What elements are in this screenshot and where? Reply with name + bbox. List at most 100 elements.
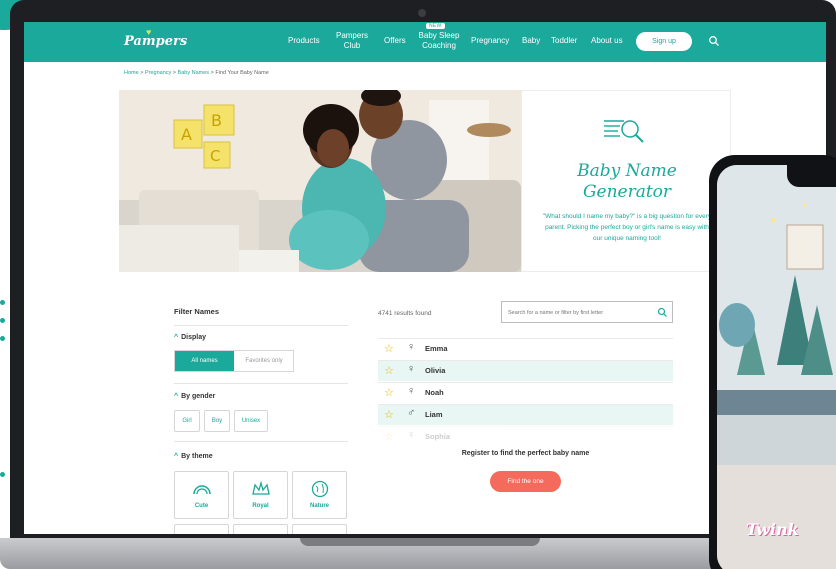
chevron-up-icon: ^ (174, 393, 179, 400)
theme-label: By theme (181, 453, 213, 460)
hero-title-line2: Generator (582, 182, 672, 202)
all-names-option[interactable]: All names (175, 351, 234, 371)
breadcrumb-home[interactable]: Home (124, 70, 139, 76)
display-toggle: All names Favorites only (174, 350, 294, 372)
favorite-star-icon[interactable]: ☆ (384, 364, 394, 377)
phone-caption: Twink (746, 520, 799, 539)
gender-symbol-icon: ♀ (407, 341, 416, 353)
theme-nature-label: Nature (309, 503, 329, 509)
hero-title-line1: Baby Name (577, 161, 677, 181)
couple-illustration: A B C (119, 90, 521, 272)
breadcrumb-separator: > (210, 70, 214, 76)
svg-text:C: C (210, 147, 220, 165)
gender-girl-chip[interactable]: Girl (174, 410, 200, 432)
background-dot (0, 300, 5, 305)
svg-text:A: A (181, 125, 192, 144)
laptop-camera (418, 9, 426, 17)
breadcrumb: Home > Pregnancy > Baby Names > Find You… (124, 70, 269, 76)
name-search-field[interactable] (501, 301, 673, 323)
name-row[interactable]: ☆ ♂ Liam (378, 404, 673, 425)
divider (174, 441, 348, 442)
theme-card-partial[interactable] (233, 524, 288, 534)
breadcrumb-separator: > (140, 70, 144, 76)
name-search-input[interactable] (508, 306, 652, 319)
search-icon[interactable] (708, 35, 720, 47)
new-badge: NEW (426, 23, 445, 29)
divider (174, 325, 348, 326)
nav-about-us[interactable]: About us (591, 36, 623, 45)
gender-symbol-icon: ♂ (407, 407, 416, 419)
name-label: Emma (425, 344, 448, 353)
phone-screen (717, 165, 836, 569)
globe-icon (311, 480, 329, 498)
breadcrumb-separator: > (172, 70, 176, 76)
nav-baby-sleep-coaching[interactable]: Baby Sleep Coaching (417, 31, 461, 51)
gender-symbol-icon: ♀ (407, 429, 416, 441)
gender-symbol-icon: ♀ (407, 385, 416, 397)
theme-card-partial[interactable] (292, 524, 347, 534)
favorite-star-icon[interactable]: ☆ (384, 342, 394, 355)
name-label: Liam (425, 410, 443, 419)
signup-button[interactable]: Sign up (636, 32, 692, 51)
name-row[interactable]: ☆ ♀ Noah (378, 382, 673, 403)
display-section-toggle[interactable]: ^ Display (174, 334, 206, 341)
results-count: 4741 results found (378, 310, 432, 317)
gender-section-toggle[interactable]: ^ By gender (174, 393, 215, 400)
search-icon[interactable] (657, 307, 668, 318)
favorite-star-icon[interactable]: ☆ (384, 430, 394, 443)
crown-icon (252, 480, 270, 495)
hero-couple-photo: A B C (119, 90, 521, 272)
theme-royal[interactable]: Royal (233, 471, 288, 519)
phone-notch (787, 165, 836, 187)
baby-name-generator-card: Baby Name Generator "What should I name … (521, 90, 731, 272)
theme-cute-label: Cute (194, 503, 209, 509)
theme-cute[interactable]: Cute (174, 471, 229, 519)
breadcrumb-pregnancy[interactable]: Pregnancy (145, 70, 171, 76)
favorite-star-icon[interactable]: ☆ (384, 408, 394, 421)
gender-symbol-icon: ♀ (407, 363, 416, 375)
nav-pampers-club[interactable]: Pampers Club (334, 31, 370, 51)
register-prompt: Register to find the perfect baby name (461, 450, 590, 457)
rainbow-icon (193, 485, 211, 495)
laptop-hinge (300, 538, 540, 546)
hero-description: "What should I name my baby?" is a big q… (542, 213, 712, 242)
nav-baby[interactable]: Baby (522, 36, 540, 45)
chevron-up-icon: ^ (174, 334, 179, 341)
filter-names-title: Filter Names (174, 307, 220, 316)
display-label: Display (181, 334, 206, 341)
nav-offers[interactable]: Offers (384, 36, 406, 45)
nav-toddler[interactable]: Toddler (551, 36, 577, 45)
find-the-one-button[interactable]: Find the one (490, 471, 561, 492)
favorites-only-option[interactable]: Favorites only (234, 351, 294, 371)
name-row[interactable]: ☆ ♀ Emma (378, 338, 673, 359)
breadcrumb-current: Find Your Baby Name (215, 70, 269, 76)
laptop-screen: Pampers ♥ Products Pampers Club Offers N… (24, 22, 826, 534)
gender-unisex-chip[interactable]: Unisex (234, 410, 268, 432)
chevron-up-icon: ^ (174, 453, 179, 460)
background-dot (0, 318, 5, 323)
nav-pregnancy[interactable]: Pregnancy (471, 36, 509, 45)
gender-label: By gender (181, 393, 216, 400)
favorite-star-icon[interactable]: ☆ (384, 386, 394, 399)
name-row[interactable]: ☆ ♀ Olivia (378, 360, 673, 381)
name-row[interactable]: ☆ ♀ Sophia (378, 426, 673, 447)
background-dot (0, 472, 5, 477)
divider (174, 383, 348, 384)
name-label: Sophia (425, 432, 451, 441)
pampers-logo[interactable]: Pampers (124, 34, 187, 49)
name-search-icon (604, 120, 644, 143)
theme-nature[interactable]: Nature (292, 471, 347, 519)
theme-section-toggle[interactable]: ^ By theme (174, 453, 213, 460)
svg-text:B: B (211, 111, 222, 130)
logo-heart-icon: ♥ (146, 27, 152, 37)
nav-products[interactable]: Products (288, 36, 320, 45)
gender-boy-chip[interactable]: Boy (204, 410, 230, 432)
top-navigation: Pampers ♥ Products Pampers Club Offers N… (24, 22, 826, 62)
background-dot (0, 336, 5, 341)
breadcrumb-baby-names[interactable]: Baby Names (178, 70, 210, 76)
name-label: Noah (425, 388, 444, 397)
theme-card-partial[interactable] (174, 524, 229, 534)
hero-title: Baby Name Generator (522, 161, 732, 203)
name-label: Olivia (425, 366, 446, 375)
theme-royal-label: Royal (252, 503, 269, 509)
